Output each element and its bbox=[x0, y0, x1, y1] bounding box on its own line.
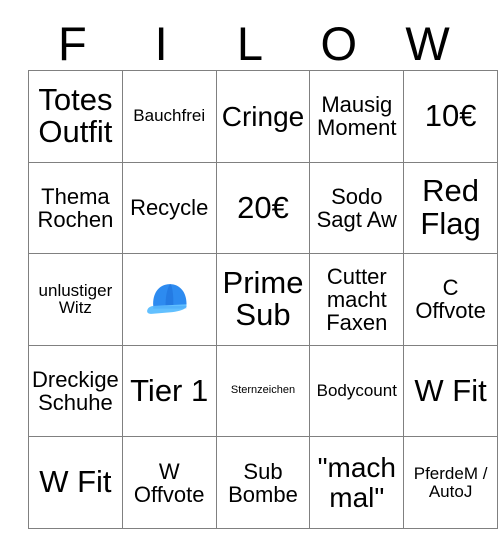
bingo-cell-text: Sternzeichen bbox=[230, 384, 296, 397]
bingo-cell[interactable]: W Fit bbox=[403, 344, 498, 438]
bingo-card: F I L O W Totes Outfit Bauchfrei Cringe … bbox=[28, 16, 498, 529]
bingo-cell[interactable]: Cutter macht Faxen bbox=[309, 253, 405, 346]
bingo-cell[interactable]: Prime Sub bbox=[215, 253, 311, 346]
bingo-cell[interactable]: Totes Outfit bbox=[28, 70, 123, 163]
bingo-cell-text: 20€ bbox=[237, 189, 289, 225]
bingo-cell[interactable]: Sternzeichen bbox=[215, 344, 311, 438]
bingo-header-row: F I L O W bbox=[28, 16, 472, 70]
bingo-cell-text: "mach mal" bbox=[317, 452, 396, 513]
bingo-cell-text: Sodo Sagt Aw bbox=[316, 183, 397, 232]
bingo-row: W Fit W Offvote Sub Bombe "mach mal" Pfe… bbox=[28, 436, 498, 529]
bingo-cell-text: Recycle bbox=[130, 195, 209, 221]
bingo-cell-text: W Offvote bbox=[133, 458, 205, 507]
bingo-cell-text: Totes Outfit bbox=[38, 81, 113, 150]
bingo-cell[interactable]: W Offvote bbox=[121, 436, 217, 529]
bingo-cell[interactable]: Tier 1 bbox=[121, 344, 217, 438]
bingo-cell-text: Prime Sub bbox=[222, 264, 304, 333]
bingo-cell-text: PferdeM / AutoJ bbox=[413, 463, 488, 501]
bingo-cell[interactable]: "mach mal" bbox=[309, 436, 405, 529]
bingo-cell[interactable]: Cringe bbox=[215, 70, 311, 163]
bingo-cell-text: Bauchfrei bbox=[133, 106, 206, 126]
bingo-cell[interactable]: Sub Bombe bbox=[215, 436, 311, 529]
bingo-cell-text: Sub Bombe bbox=[228, 458, 298, 507]
bingo-cell[interactable]: unlustiger Witz bbox=[28, 253, 123, 346]
bingo-cell-text: C Offvote bbox=[415, 275, 486, 324]
bingo-cell[interactable]: Dreckige Schuhe bbox=[28, 344, 123, 438]
bingo-cell[interactable]: 10€ bbox=[403, 70, 498, 163]
bingo-cell[interactable]: Bodycount bbox=[309, 344, 405, 438]
bingo-header-letter-3: O bbox=[320, 16, 358, 70]
bingo-cell-text: Mausig Moment bbox=[317, 92, 397, 141]
bingo-row: unlustiger Witz Prime Sub Cutter macht F… bbox=[28, 253, 498, 346]
bingo-cell[interactable]: Bauchfrei bbox=[121, 70, 217, 163]
bingo-cell[interactable]: Sodo Sagt Aw bbox=[309, 161, 405, 255]
bingo-row: Thema Rochen Recycle 20€ Sodo Sagt Aw Re… bbox=[28, 161, 498, 255]
bingo-cell-text: Bodycount bbox=[316, 381, 397, 401]
bingo-cell-text: Dreckige Schuhe bbox=[31, 366, 119, 416]
bingo-cell-text: Tier 1 bbox=[130, 372, 209, 408]
billed-cap-icon bbox=[125, 256, 214, 342]
bingo-row: Dreckige Schuhe Tier 1 Sternzeichen Body… bbox=[28, 344, 498, 438]
bingo-cell[interactable]: Red Flag bbox=[403, 161, 498, 255]
bingo-cell-text: 10€ bbox=[424, 98, 477, 134]
bingo-cell[interactable]: Recycle bbox=[121, 161, 217, 255]
bingo-cell[interactable]: C Offvote bbox=[403, 253, 498, 346]
bingo-header-letter-1: I bbox=[154, 16, 168, 70]
bingo-cell-text: unlustiger Witz bbox=[38, 280, 113, 318]
bingo-cell[interactable]: W Fit bbox=[28, 436, 123, 529]
bingo-cell[interactable]: Thema Rochen bbox=[28, 161, 123, 255]
bingo-cell-text: Red Flag bbox=[420, 173, 481, 241]
bingo-cell-text: Cutter macht Faxen bbox=[326, 263, 388, 336]
bingo-cell[interactable]: PferdeM / AutoJ bbox=[403, 436, 498, 529]
bingo-cell-text: Cringe bbox=[221, 100, 305, 132]
bingo-cell[interactable] bbox=[121, 253, 217, 346]
bingo-cell-text: Thema Rochen bbox=[37, 183, 114, 232]
bingo-grid: Totes Outfit Bauchfrei Cringe Mausig Mom… bbox=[28, 70, 498, 529]
bingo-header-letter-0: F bbox=[58, 16, 87, 70]
bingo-row: Totes Outfit Bauchfrei Cringe Mausig Mom… bbox=[28, 70, 498, 163]
bingo-cell-text: W Fit bbox=[39, 464, 112, 500]
bingo-cell[interactable]: 20€ bbox=[215, 161, 311, 255]
bingo-cell[interactable]: Mausig Moment bbox=[309, 70, 405, 163]
bingo-header-letter-4: W bbox=[405, 16, 450, 70]
bingo-header-letter-2: L bbox=[236, 16, 264, 70]
bingo-cell-text: W Fit bbox=[414, 372, 487, 408]
